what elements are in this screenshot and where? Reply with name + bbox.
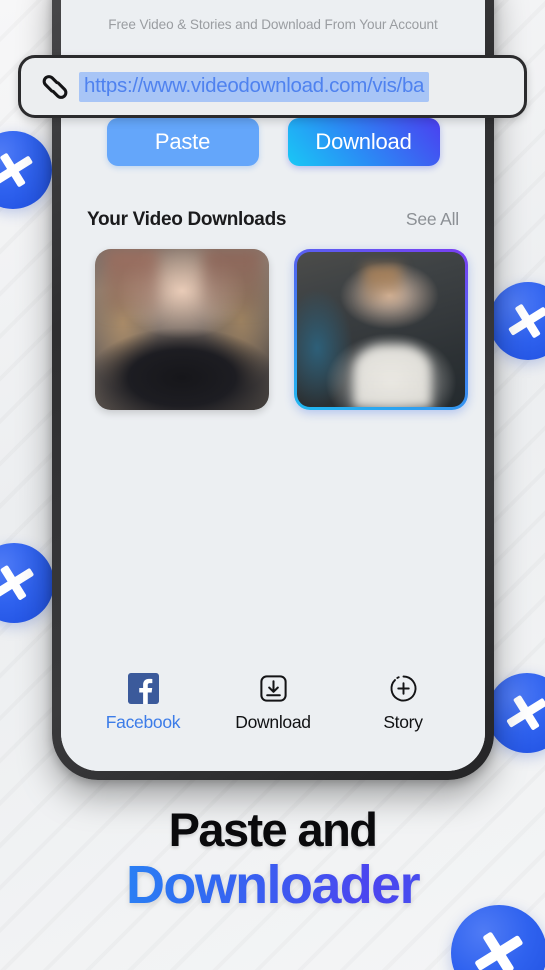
headline-line-1: Paste and [168,803,378,856]
video-thumbnail-2[interactable] [294,249,468,410]
thumbnail-image [297,252,465,407]
download-box-icon [258,672,289,705]
marketing-headline: Paste and Downloader [0,806,545,914]
action-button-row: Paste Download [61,118,485,166]
nav-label-facebook: Facebook [105,712,181,732]
nav-item-facebook[interactable]: Facebook [91,672,195,733]
url-input-value[interactable]: https://www.videodownload.com/vis/ba [79,71,430,102]
story-plus-circle-icon [388,672,419,705]
nav-item-download[interactable]: Download [221,672,325,733]
nav-label-download: Download [235,712,311,732]
nav-item-story[interactable]: Story [351,672,455,733]
url-input-bar[interactable]: https://www.videodownload.com/vis/ba [18,55,527,118]
bottom-navigation-bar: Facebook Download Story [61,646,485,771]
headline-line-2: Downloader [0,857,545,914]
link-icon [42,74,68,99]
see-all-link[interactable]: See All [406,209,459,230]
paste-button[interactable]: Paste [106,118,259,166]
thumbnail-image [95,249,269,410]
app-tagline: Free Video & Stories and Download From Y… [108,17,438,32]
facebook-icon [127,672,159,705]
downloads-section-header: Your Video Downloads See All [87,209,459,231]
download-button[interactable]: Download [287,118,440,166]
section-title: Your Video Downloads [87,209,287,230]
downloads-thumbnail-list [95,249,485,410]
nav-label-story: Story [383,712,423,732]
video-thumbnail-1[interactable] [95,249,269,410]
